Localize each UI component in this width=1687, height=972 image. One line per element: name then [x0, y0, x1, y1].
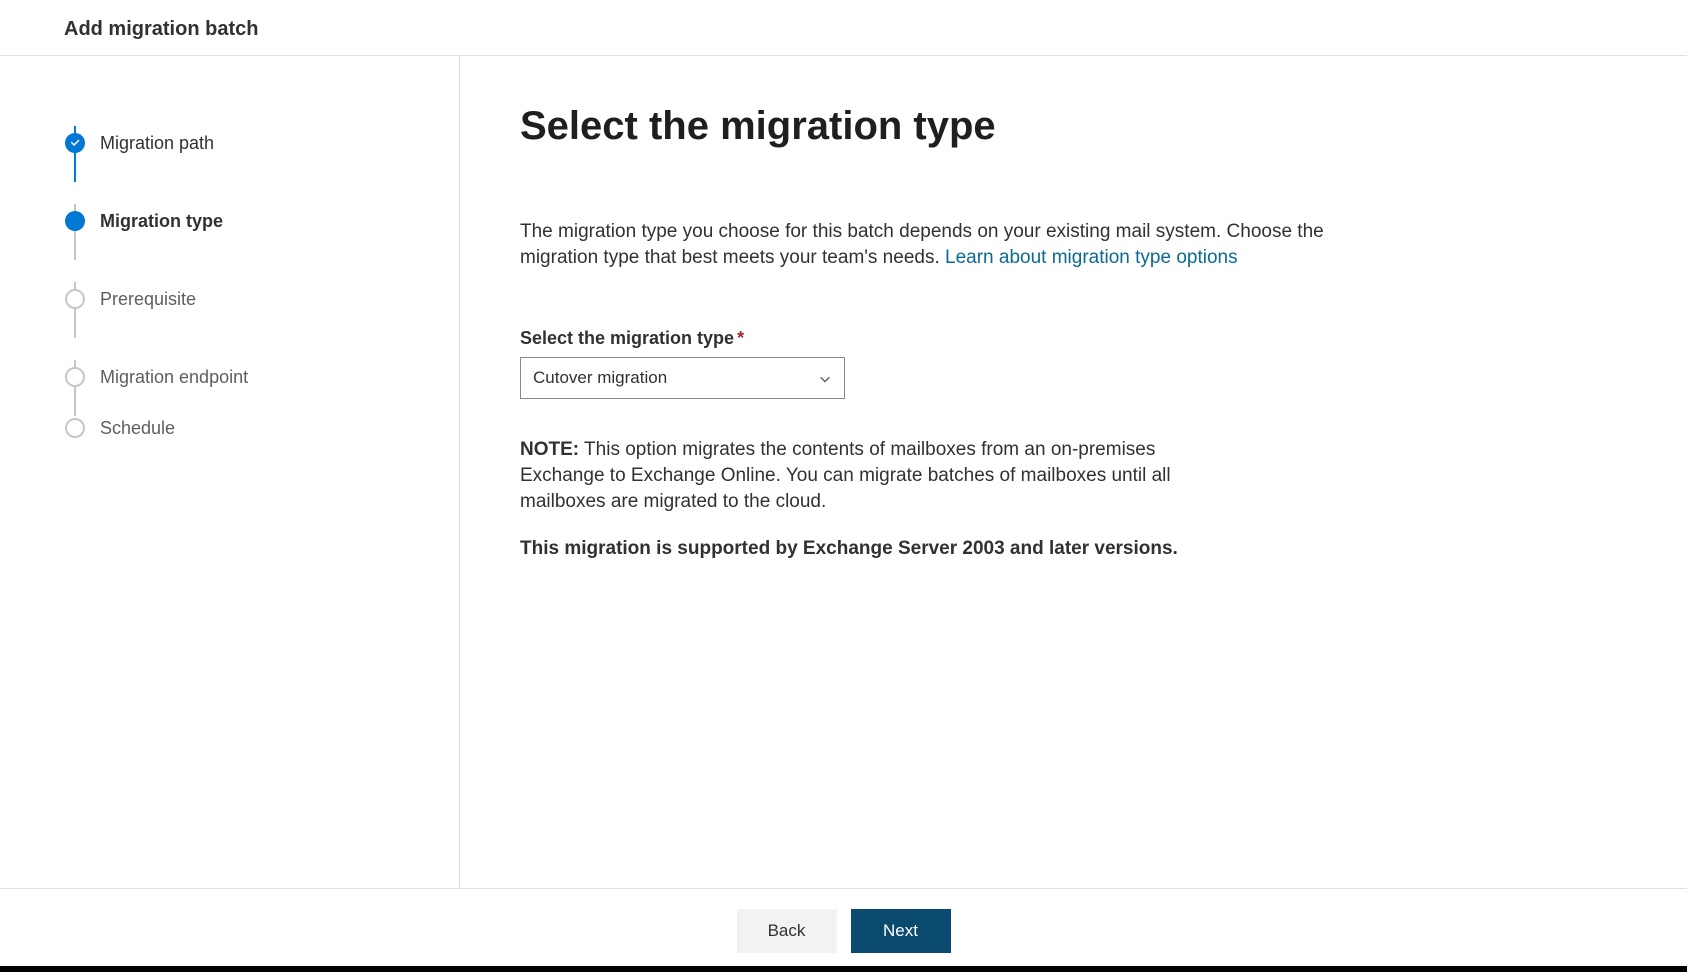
- step-status-icon-current: [64, 210, 86, 232]
- step-label: Migration type: [100, 211, 223, 232]
- step-label: Migration path: [100, 133, 214, 154]
- wizard-steps-sidebar: Migration path Migration type Prerequisi…: [0, 56, 460, 888]
- migration-type-label: Select the migration type*: [520, 328, 1400, 349]
- next-button[interactable]: Next: [851, 909, 951, 953]
- check-circle-icon: [65, 133, 85, 153]
- step-status-icon-upcoming: [64, 288, 86, 310]
- step-label: Migration endpoint: [100, 367, 248, 388]
- back-button[interactable]: Back: [737, 909, 837, 953]
- step-status-icon-upcoming: [64, 417, 86, 439]
- migration-type-select-wrap: Cutover migration: [520, 357, 845, 399]
- step-status-icon-completed: [64, 132, 86, 154]
- chevron-down-icon: [818, 371, 832, 385]
- main-area: Migration path Migration type Prerequisi…: [0, 56, 1687, 888]
- learn-more-link[interactable]: Learn about migration type options: [945, 247, 1238, 268]
- field-label-text: Select the migration type: [520, 328, 734, 348]
- filled-circle-icon: [65, 211, 85, 231]
- note-text: This option migrates the contents of mai…: [520, 439, 1171, 511]
- step-migration-path[interactable]: Migration path: [64, 104, 459, 182]
- migration-type-select[interactable]: Cutover migration: [520, 357, 845, 399]
- step-migration-type[interactable]: Migration type: [64, 182, 459, 260]
- step-label: Prerequisite: [100, 289, 196, 310]
- empty-circle-icon: [65, 418, 85, 438]
- step-prerequisite[interactable]: Prerequisite: [64, 260, 459, 338]
- note-support: This migration is supported by Exchange …: [520, 536, 1190, 562]
- note-label: NOTE:: [520, 439, 579, 460]
- step-status-icon-upcoming: [64, 366, 86, 388]
- step-schedule[interactable]: Schedule: [64, 416, 459, 440]
- empty-circle-icon: [65, 289, 85, 309]
- wizard-footer: Back Next: [0, 888, 1687, 972]
- page-header: Add migration batch: [0, 0, 1687, 56]
- select-value: Cutover migration: [533, 368, 667, 388]
- step-migration-endpoint[interactable]: Migration endpoint: [64, 338, 459, 416]
- required-indicator: *: [737, 328, 744, 348]
- steps-list: Migration path Migration type Prerequisi…: [64, 104, 459, 440]
- window-bottom-strip: [0, 966, 1687, 972]
- empty-circle-icon: [65, 367, 85, 387]
- step-label: Schedule: [100, 418, 175, 439]
- content-panel: Select the migration type The migration …: [460, 56, 1460, 888]
- note-block: NOTE: This option migrates the contents …: [520, 437, 1190, 562]
- page-title: Add migration batch: [64, 18, 258, 40]
- content-description: The migration type you choose for this b…: [520, 219, 1400, 270]
- content-title: Select the migration type: [520, 104, 1400, 149]
